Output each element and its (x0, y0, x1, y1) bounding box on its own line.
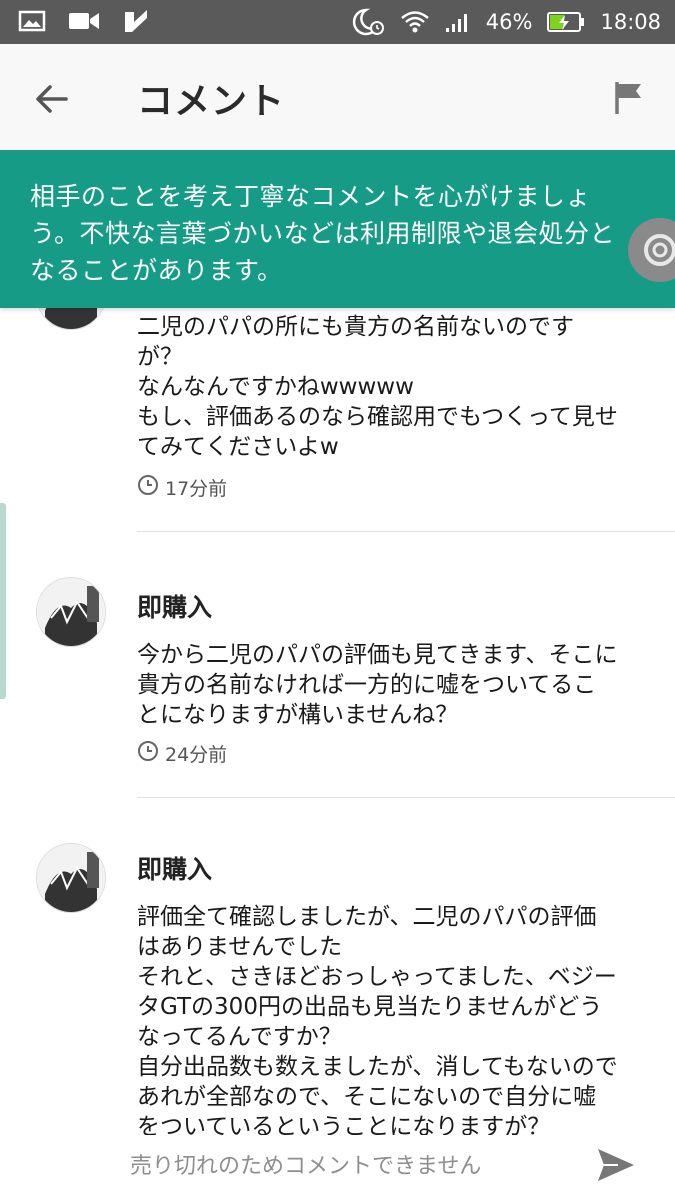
comment-list[interactable]: 二児のパパの所にも貴方の名前ないのです が？ なんなんですかねwwwww もし、… (0, 308, 675, 1135)
arrow-left-icon (30, 85, 74, 125)
status-bar: 46% 18:08 (0, 0, 675, 44)
comment-line: とになりますが構いませんね？ (137, 702, 459, 728)
comment-line: 貴方の名前なければ一方的に嘘をついてるこ (137, 672, 597, 698)
notice-line: 相手のことを考え丁寧なコメントを心がけましょ (30, 182, 592, 211)
page-title: コメント (137, 81, 286, 122)
notice-line: う。不快な言葉づかいなどは利用制限や退会処分と (30, 219, 616, 248)
report-button[interactable] (609, 78, 649, 118)
comment-line: をついているということになりますが？ (137, 1114, 551, 1135)
send-icon (596, 1149, 636, 1189)
comment-line: はありませんでした (137, 934, 343, 960)
moon-alarm-icon (352, 7, 386, 37)
avatar[interactable] (36, 308, 106, 330)
comment-line: なってるんですか？ (137, 1024, 342, 1050)
comment-input-bar (0, 1135, 675, 1200)
signal-icon (444, 10, 472, 34)
back-button[interactable] (30, 77, 74, 121)
comment-timestamp: 17分前 (137, 474, 227, 501)
comment-line: 評価全て確認しましたが、二児のパパの評価 (137, 904, 597, 930)
notice-banner: 相手のことを考え丁寧なコメントを心がけましょ う。不快な言葉づかいなどは利用制限… (0, 150, 675, 308)
comment-line: それと、さきほどおっしゃってました、ベジー (137, 964, 617, 990)
comment-input[interactable] (128, 1145, 552, 1187)
comment-line: タGTの300円の出品も見当たりませんがどう (137, 994, 603, 1020)
comment-line: もし、評価あるのなら確認用でもつくって見せ (137, 404, 618, 430)
ring-icon (642, 232, 675, 268)
comment-item: 即購入 評価全て確認しましたが、二児のパパの評価 はありませんでした それと、さ… (0, 798, 675, 1135)
wifi-icon (400, 9, 430, 35)
send-button[interactable] (596, 1145, 636, 1185)
clock-time: 18:08 (600, 10, 661, 34)
timestamp-text: 17分前 (165, 478, 228, 500)
timestamp-text: 24分前 (165, 744, 228, 766)
avatar[interactable] (36, 577, 106, 647)
clock-icon (137, 740, 159, 767)
avatar[interactable] (36, 843, 106, 913)
comment-username[interactable]: 即購入 (137, 588, 212, 624)
app-bar: コメント (0, 44, 675, 150)
video-icon (68, 10, 100, 32)
comment-line: 二児のパパの所にも貴方の名前ないのです (137, 314, 574, 340)
app-checkmark-icon (122, 8, 150, 34)
flag-icon (609, 82, 649, 122)
comment-line: 自分出品数も数えましたが、消してもないので (137, 1054, 618, 1080)
comment-line: が？ (137, 344, 183, 370)
comment-body: 評価全て確認しましたが、二児のパパの評価 はありませんでした それと、さきほどお… (137, 902, 657, 1135)
comment-timestamp: 24分前 (137, 740, 227, 767)
image-icon (18, 9, 46, 33)
clock-icon (137, 474, 159, 501)
comment-body: 二児のパパの所にも貴方の名前ないのです が？ なんなんですかねwwwww もし、… (137, 312, 657, 462)
comment-body: 今から二児のパパの評価も見てきます、そこに 貴方の名前なければ一方的に嘘をついて… (137, 640, 657, 730)
notice-line: なることがあります。 (30, 256, 283, 285)
battery-charging-icon (546, 10, 586, 34)
comment-line: てみてくださいよw (137, 434, 339, 460)
battery-percent: 46% (485, 10, 533, 34)
notice-text: 相手のことを考え丁寧なコメントを心がけましょ う。不快な言葉づかいなどは利用制限… (30, 178, 640, 289)
comment-line: なんなんですかねwwwww (137, 374, 414, 400)
comment-item: 即購入 今から二児のパパの評価も見てきます、そこに 貴方の名前なければ一方的に嘘… (0, 532, 675, 798)
comment-item: 二児のパパの所にも貴方の名前ないのです が？ なんなんですかねwwwww もし、… (0, 308, 675, 532)
comment-line: あれが全部なので、そこにないので自分に嘘 (137, 1084, 597, 1110)
comment-username[interactable]: 即購入 (137, 850, 212, 886)
comment-line: 今から二児のパパの評価も見てきます、そこに (137, 642, 618, 668)
